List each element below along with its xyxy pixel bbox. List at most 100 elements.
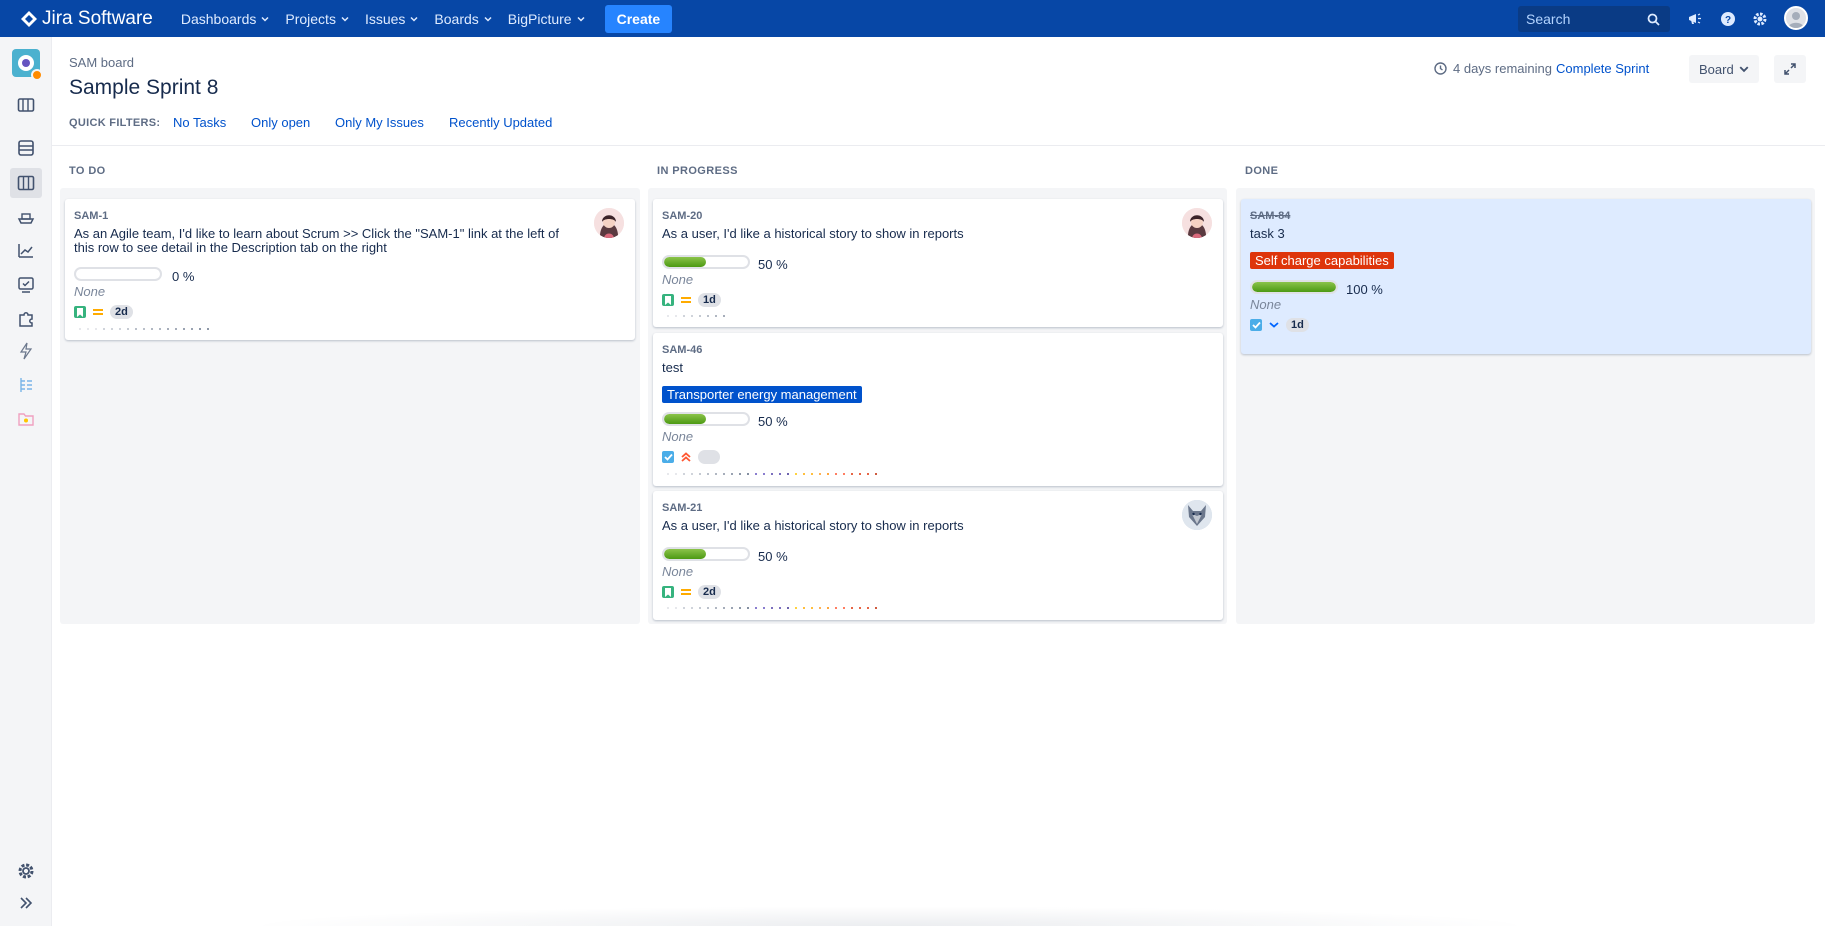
issue-key[interactable]: SAM-1 bbox=[74, 210, 108, 222]
nav-boards[interactable]: Boards bbox=[426, 0, 499, 37]
issue-summary-line: As an Agile team, I'd like to learn abou… bbox=[74, 226, 559, 241]
issue-key[interactable]: SAM-46 bbox=[662, 344, 702, 356]
help-icon[interactable]: ? bbox=[1718, 9, 1738, 29]
fix-version: None bbox=[662, 429, 694, 444]
estimate-badge: 2d bbox=[698, 585, 721, 599]
board-menu-button[interactable]: Board bbox=[1689, 55, 1759, 83]
quick-filter-only-open[interactable]: Only open bbox=[251, 115, 310, 130]
roadmap-icon[interactable] bbox=[14, 93, 38, 117]
chevron-down-icon bbox=[410, 16, 418, 22]
jira-logo[interactable]: Jira Software bbox=[20, 8, 153, 30]
nav-projects[interactable]: Projects bbox=[277, 0, 357, 37]
nav-dashboards[interactable]: Dashboards bbox=[173, 0, 278, 37]
chevron-down-icon bbox=[341, 16, 349, 22]
nav-boards-label: Boards bbox=[434, 10, 479, 27]
days-in-column-dots bbox=[667, 607, 883, 611]
create-button[interactable]: Create bbox=[604, 4, 673, 33]
project-badge-icon bbox=[31, 69, 43, 81]
quick-filters-label: QUICK FILTERS: bbox=[69, 117, 161, 129]
column-done: SAM-84 task 3 Self charge capabilities 1… bbox=[1236, 188, 1815, 624]
issue-summary: task 3 bbox=[1250, 226, 1285, 241]
user-avatar[interactable] bbox=[1784, 6, 1808, 30]
board-glyph-icon bbox=[17, 175, 35, 191]
issues-icon[interactable] bbox=[14, 273, 38, 297]
page-title: Sample Sprint 8 bbox=[69, 76, 219, 99]
estimate-badge: 1d bbox=[1286, 318, 1309, 332]
board-button-label: Board bbox=[1699, 61, 1734, 77]
progress-fill bbox=[664, 414, 706, 424]
components-icon[interactable] bbox=[14, 307, 38, 331]
column-header-todo: TO DO bbox=[69, 165, 106, 177]
nav-issues-label: Issues bbox=[364, 10, 406, 27]
plugin-list-icon[interactable] bbox=[14, 373, 38, 397]
header-divider bbox=[52, 145, 1825, 146]
chevron-down-icon bbox=[1739, 66, 1749, 73]
progress-percent: 50 % bbox=[758, 549, 788, 564]
card-footer: 2d bbox=[74, 305, 133, 319]
priority-low-icon bbox=[1268, 319, 1280, 331]
card-footer: 2d bbox=[662, 585, 721, 599]
epic-label[interactable]: Self charge capabilities bbox=[1250, 252, 1394, 269]
task-checkbox-icon bbox=[1250, 319, 1262, 331]
complete-sprint-link[interactable]: Complete Sprint bbox=[1556, 61, 1649, 76]
nav-issues[interactable]: Issues bbox=[357, 0, 426, 37]
fix-version: None bbox=[74, 284, 106, 299]
quick-filter-recently-updated[interactable]: Recently Updated bbox=[449, 115, 552, 130]
nav-projects-label: Projects bbox=[285, 10, 336, 27]
issue-card-sam-20[interactable]: SAM-20 As a user, I'd like a historical … bbox=[653, 199, 1223, 327]
gear-icon bbox=[1753, 12, 1767, 26]
progress-percent: 100 % bbox=[1346, 282, 1383, 297]
nav-dashboards-label: Dashboards bbox=[180, 10, 257, 27]
assignee-avatar[interactable] bbox=[1182, 208, 1212, 238]
story-icon bbox=[74, 306, 86, 318]
card-footer: 1d bbox=[662, 293, 721, 307]
reports-icon[interactable] bbox=[14, 239, 38, 263]
issue-card-sam-46[interactable]: SAM-46 test Transporter energy managemen… bbox=[653, 333, 1223, 486]
automation-icon[interactable] bbox=[14, 339, 38, 363]
chart-line-icon bbox=[18, 244, 33, 258]
assignee-avatar[interactable] bbox=[1182, 500, 1212, 530]
quick-filter-no-tasks[interactable]: No Tasks bbox=[173, 115, 226, 130]
issue-summary-line: this row to see detail in the Descriptio… bbox=[74, 240, 387, 255]
project-settings-icon[interactable] bbox=[14, 859, 38, 883]
epic-label[interactable]: Transporter energy management bbox=[662, 386, 862, 403]
card-footer: 1d bbox=[1250, 318, 1309, 332]
settings-icon[interactable] bbox=[1750, 9, 1770, 29]
issue-card-sam-84[interactable]: SAM-84 task 3 Self charge capabilities 1… bbox=[1241, 199, 1811, 354]
issue-summary: As a user, I'd like a historical story t… bbox=[662, 518, 964, 533]
megaphone-icon bbox=[1689, 13, 1701, 24]
expand-sidebar-icon[interactable] bbox=[14, 891, 38, 915]
jira-logo-icon bbox=[21, 10, 37, 27]
double-chevron-right-icon bbox=[20, 897, 33, 909]
notifications-icon[interactable] bbox=[1685, 9, 1705, 29]
plugin-folder-icon[interactable] bbox=[14, 407, 38, 431]
search-icon bbox=[1647, 13, 1660, 26]
assignee-avatar-icon bbox=[594, 208, 624, 238]
search-input[interactable]: Search bbox=[1518, 6, 1670, 32]
issue-card-sam-21[interactable]: SAM-21 As a user, I'd like a historical … bbox=[653, 491, 1223, 620]
story-icon bbox=[662, 294, 674, 306]
puzzle-icon bbox=[19, 312, 33, 327]
progress-fill bbox=[664, 257, 706, 267]
breadcrumb[interactable]: SAM board bbox=[69, 55, 134, 70]
progress-bar bbox=[662, 547, 750, 561]
tree-list-icon bbox=[20, 378, 32, 392]
progress-percent: 50 % bbox=[758, 414, 788, 429]
issue-key[interactable]: SAM-20 bbox=[662, 210, 702, 222]
nav-bigpicture[interactable]: BigPicture bbox=[500, 0, 593, 37]
estimate-badge: 2d bbox=[110, 305, 133, 319]
fullscreen-button[interactable] bbox=[1774, 55, 1806, 83]
card-footer bbox=[662, 450, 720, 464]
issue-card-sam-1[interactable]: SAM-1 As an Agile team, I'd like to lear… bbox=[65, 199, 635, 340]
active-sprint-icon[interactable] bbox=[10, 168, 42, 198]
folder-icon bbox=[18, 413, 34, 426]
top-navigation: Jira Software Dashboards Projects Issues… bbox=[0, 0, 1825, 37]
quick-filter-only-my-issues[interactable]: Only My Issues bbox=[335, 115, 424, 130]
issue-key[interactable]: SAM-84 bbox=[1250, 210, 1290, 222]
progress-fill bbox=[664, 549, 706, 559]
bottom-edge-shadow bbox=[240, 906, 1540, 926]
issue-key[interactable]: SAM-21 bbox=[662, 502, 702, 514]
assignee-avatar[interactable] bbox=[594, 208, 624, 238]
backlog-icon[interactable] bbox=[14, 136, 38, 160]
releases-icon[interactable] bbox=[14, 205, 38, 229]
